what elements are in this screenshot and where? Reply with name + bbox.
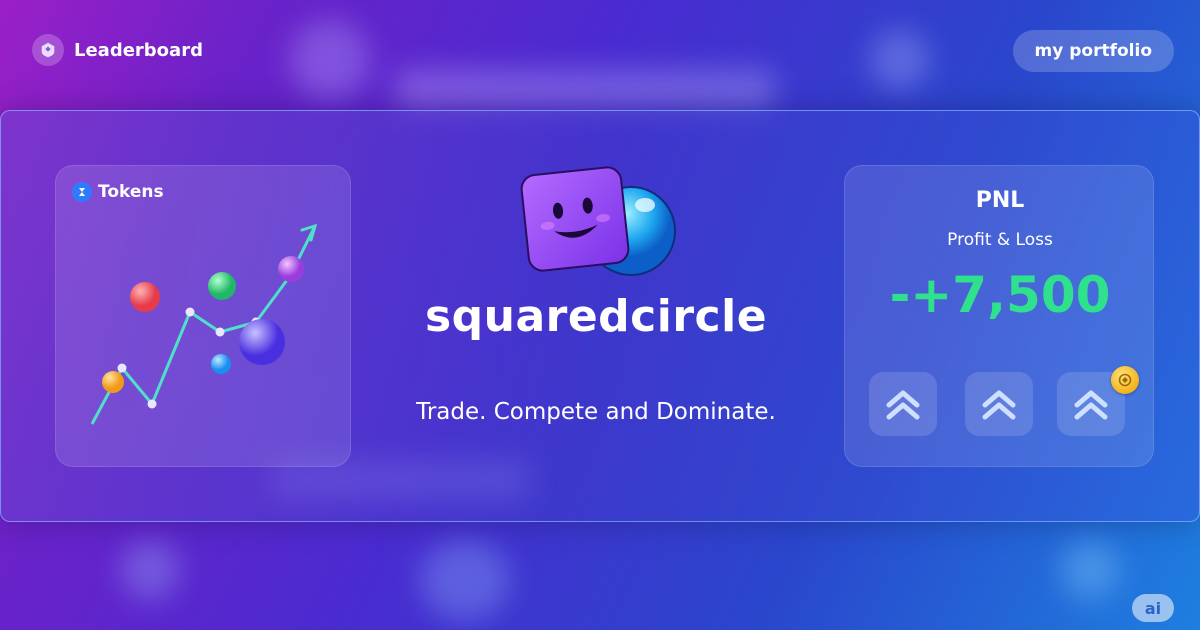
coin-icon (1111, 366, 1139, 394)
token-bubble-orange (102, 371, 124, 393)
top-bar: Leaderboard my portfolio (0, 0, 1200, 100)
brand-name: squaredcircle (424, 291, 768, 342)
upvote-button-2[interactable] (965, 372, 1033, 436)
tagline: Trade. Compete and Dominate. (416, 399, 776, 425)
brand-section: squaredcircle Trade. Compete and Dominat… (361, 111, 831, 523)
chevrons-up-icon (982, 390, 1016, 420)
my-portfolio-button[interactable]: my portfolio (1012, 30, 1174, 72)
hero-card: Tokens squaredcircle Trade. Compete and … (0, 110, 1200, 522)
mascot-logo (520, 166, 676, 276)
leaderboard-label: Leaderboard (74, 39, 203, 61)
background-decoration (120, 540, 180, 600)
token-bubble-blue (211, 354, 231, 374)
token-bubble-red (130, 282, 160, 312)
token-bubble-indigo (239, 319, 285, 365)
trophy-icon (32, 34, 64, 66)
pnl-subtitle: Profit & Loss (947, 230, 1053, 250)
tokens-chart-illustration (90, 223, 318, 425)
chevrons-up-icon (886, 390, 920, 420)
pnl-title: PNL (975, 188, 1025, 213)
chevrons-up-icon (1074, 390, 1108, 420)
background-decoration (420, 540, 510, 620)
pnl-value: -+7,500 (889, 266, 1111, 324)
token-bubble-green (208, 272, 236, 300)
token-bubble-purple (278, 256, 304, 282)
tokens-panel[interactable]: Tokens (55, 165, 351, 467)
leaderboard-link[interactable]: Leaderboard (26, 30, 215, 70)
pnl-panel[interactable]: PNL Profit & Loss -+7,500 (844, 165, 1154, 467)
background-decoration (1060, 540, 1120, 600)
ai-badge[interactable]: ai (1132, 594, 1174, 622)
upvote-button-1[interactable] (869, 372, 937, 436)
